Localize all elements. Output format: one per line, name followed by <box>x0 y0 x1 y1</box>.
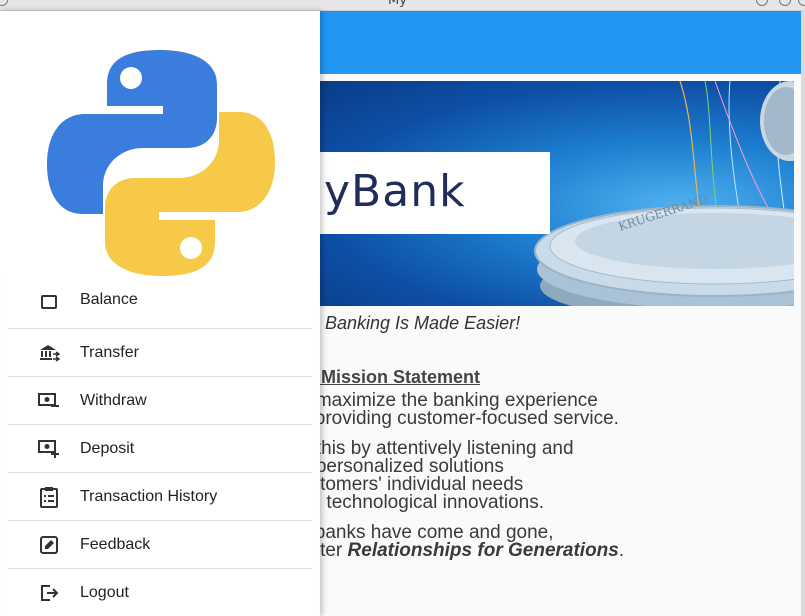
menu-item-logout[interactable]: Logout <box>8 569 312 616</box>
minimize-icon[interactable] <box>756 0 768 6</box>
bank-banner-image: KRUGERRAND yBank <box>320 81 794 306</box>
menu-item-transfer[interactable]: Transfer <box>8 329 312 377</box>
window-menu-icon[interactable] <box>0 0 8 6</box>
bank-logo-text: yBank <box>324 166 466 217</box>
mission-line: oster Relationships for Generations. <box>300 540 625 561</box>
drawer-menu: Balance Transfer Withdraw Deposit Transa… <box>8 279 312 616</box>
cash-plus-icon <box>38 438 60 460</box>
menu-item-feedback[interactable]: Feedback <box>8 521 312 569</box>
menu-item-balance[interactable]: Balance <box>8 279 312 329</box>
menu-item-deposit[interactable]: Deposit <box>8 425 312 473</box>
python-logo-icon <box>47 48 275 282</box>
menu-item-label: Withdraw <box>80 391 147 409</box>
menu-item-label: Logout <box>80 583 129 601</box>
app-toolbar <box>320 11 801 74</box>
mission-text: . <box>618 540 625 561</box>
window-title: My <box>388 0 407 8</box>
mission-paragraph-1: o maximize the banking experience y provi… <box>300 391 619 429</box>
bank-transfer-icon <box>38 342 60 364</box>
menu-item-label: Deposit <box>80 439 135 457</box>
menu-item-label: Transaction History <box>80 487 218 505</box>
menu-item-withdraw[interactable]: Withdraw <box>8 377 312 425</box>
mission-paragraph-3: y banks have come and gone, oster Relatio… <box>300 523 625 561</box>
mission-paragraph-2: n this by attentively listening and g per… <box>300 439 574 513</box>
menu-item-transaction-history[interactable]: Transaction History <box>8 473 312 521</box>
pencil-box-icon <box>38 534 60 556</box>
cash-minus-icon <box>38 390 60 412</box>
menu-item-label: Balance <box>80 291 138 308</box>
mission-emphasis: Relationships for Generations <box>347 540 619 561</box>
mission-title: ur Mission Statement <box>298 367 481 387</box>
mission-line: ng technological innovations. <box>300 492 545 513</box>
tagline: Banking Is Made Easier! <box>325 313 521 333</box>
menu-item-label: Transfer <box>80 343 139 361</box>
navigation-drawer: Balance Transfer Withdraw Deposit Transa… <box>0 11 320 616</box>
balance-icon <box>38 291 60 313</box>
window-titlebar: My <box>0 0 805 11</box>
close-icon[interactable] <box>798 0 805 6</box>
window-edge <box>801 11 805 616</box>
bank-logo: yBank <box>320 152 550 234</box>
logout-icon <box>38 582 60 604</box>
clipboard-list-icon <box>38 486 60 508</box>
mission-line: y providing customer-focused service. <box>300 408 619 429</box>
maximize-icon[interactable] <box>779 0 791 6</box>
menu-item-label: Feedback <box>80 535 151 553</box>
